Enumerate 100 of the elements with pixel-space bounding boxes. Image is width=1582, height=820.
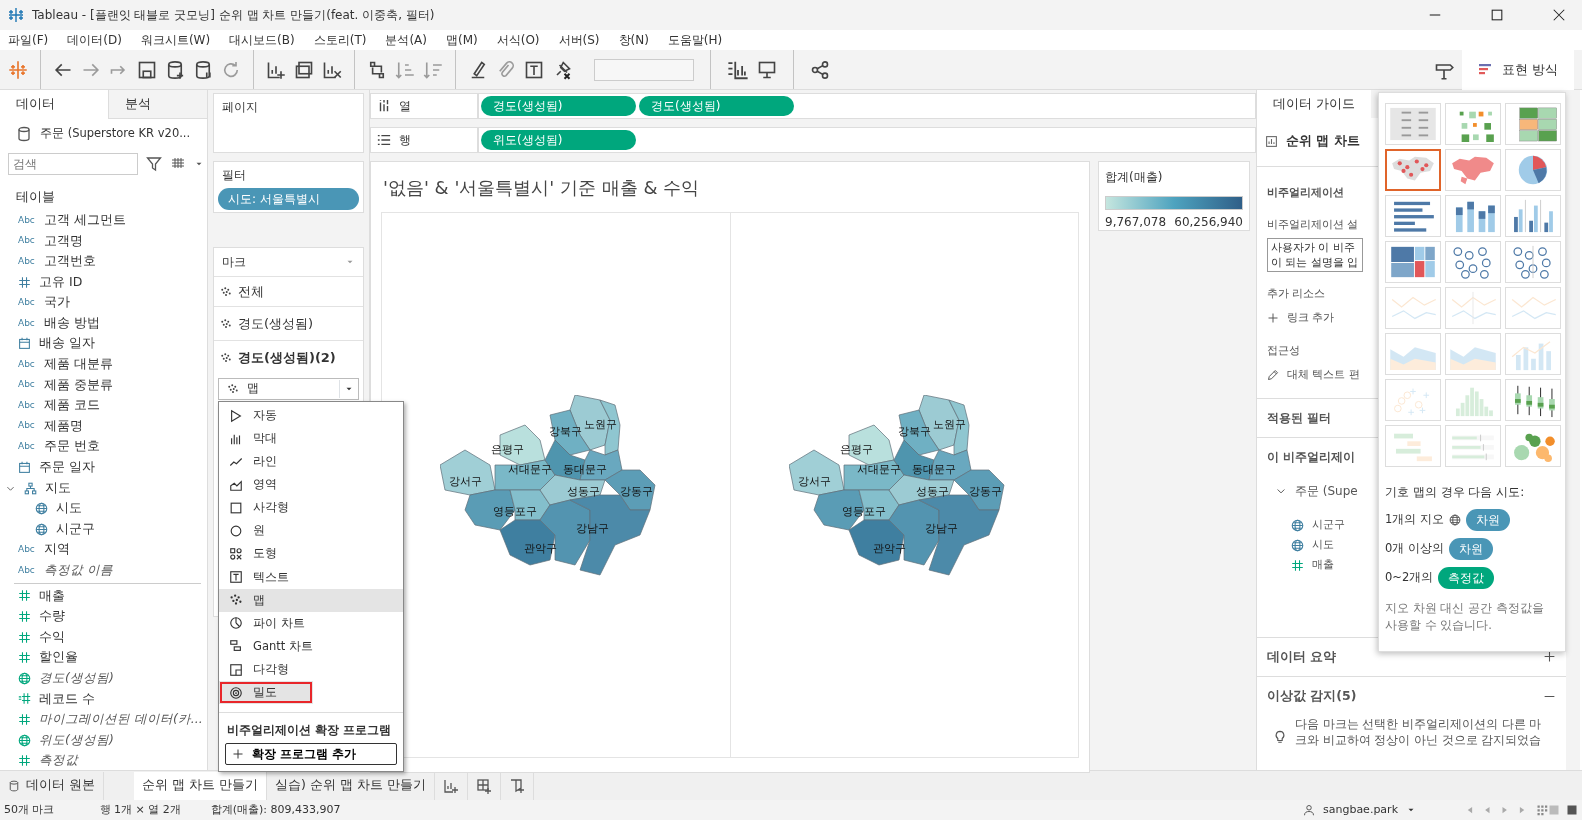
field-name[interactable]: 수량 [39, 607, 65, 626]
plus-icon[interactable] [1267, 312, 1279, 325]
menu-option[interactable]: 다각형 [219, 658, 403, 682]
field-name[interactable]: 할인율 [39, 648, 78, 668]
field-name[interactable]: 제품 코드 [44, 396, 100, 415]
field-name[interactable]: 제품 대분류 [44, 355, 113, 374]
edit-alt-text[interactable]: 대체 텍스트 편 [1287, 367, 1360, 384]
menu-option[interactable]: 사각형 [219, 496, 403, 520]
menu-option[interactable]: 도형 [219, 542, 403, 566]
field-name[interactable]: 경도(생성됨) [39, 669, 114, 688]
section-heading[interactable]: 이 비주얼리제이 [1267, 447, 1356, 466]
pane-tab[interactable]: 분석 [108, 90, 207, 119]
chart-type-thumbnail[interactable] [1385, 149, 1441, 191]
new-dashboard-icon[interactable] [475, 777, 492, 794]
menu-option[interactable]: Gantt 차트 [219, 634, 403, 659]
field-name[interactable]: 고객번호 [44, 252, 96, 271]
menu-item[interactable]: 맵(M) [446, 31, 478, 49]
show-me-tab[interactable]: 표현 방식 [1461, 49, 1574, 90]
field-name[interactable]: 위도(생성됨) [39, 730, 114, 750]
filter-icon[interactable] [146, 155, 162, 172]
menu-item[interactable]: 서식(O) [496, 31, 540, 49]
add-extension-button[interactable]: 확장 프로그램 추가 [225, 743, 397, 766]
field-name[interactable]: 고유 ID [39, 272, 83, 292]
marks-layer[interactable]: 경도(생성됨) [214, 306, 363, 340]
field-name[interactable]: 고객 세그먼트 [44, 210, 126, 230]
tableau-logo-icon[interactable] [8, 59, 28, 80]
field-name[interactable]: 주문 번호 [44, 437, 100, 457]
tab-view-icon[interactable] [1566, 804, 1578, 816]
paperclip-icon[interactable] [496, 59, 516, 80]
menu-option[interactable]: 밀도 [219, 681, 313, 705]
field-name[interactable]: 배송 방법 [44, 313, 100, 333]
sheet-tab[interactable]: 순위 맵 차트 만들기 [134, 771, 267, 800]
mark-type-dropdown[interactable]: 맵 [218, 378, 359, 400]
menu-item[interactable]: 분석(A) [385, 31, 427, 49]
section-heading[interactable]: 이상값 감지(5) [1267, 687, 1357, 706]
field-name[interactable]: 매출 [39, 586, 65, 606]
section-heading[interactable]: 데이터 요약 [1267, 647, 1337, 667]
swap-icon[interactable] [367, 59, 387, 80]
field-name[interactable]: 시도 [56, 499, 82, 518]
field-name[interactable]: 지도 [45, 478, 71, 498]
menu-option[interactable]: 자동 [219, 404, 403, 428]
menu-item[interactable]: 창(N) [618, 31, 649, 49]
search-field[interactable]: 검색 [8, 152, 138, 175]
field-name[interactable]: 시군구 [56, 519, 95, 539]
status-text: 50개 마크 [4, 801, 55, 818]
field-name[interactable]: 제품명 [44, 416, 83, 436]
menu-option[interactable]: 원 [219, 519, 403, 543]
pencil-icon[interactable] [1267, 369, 1279, 382]
expand-icon[interactable] [1543, 650, 1556, 664]
menu-item[interactable]: 대시보드(B) [229, 31, 295, 49]
menu-item[interactable]: 파일(F) [8, 31, 49, 49]
data-guide-tab[interactable]: 데이터 가이드 [1257, 90, 1372, 118]
field-name[interactable]: 레코드 수 [39, 689, 95, 709]
menu-option[interactable]: 파이 차트 [219, 611, 403, 635]
sheet-tab[interactable]: 실습) 순위 맵 차트 만들기 [266, 771, 435, 800]
datasource-name[interactable]: 주문 (Superstore KR v20... [40, 124, 191, 143]
text-label-icon[interactable] [524, 59, 544, 80]
description-field[interactable]: 사용자가 이 비주 이 되는 설명을 입 [1267, 237, 1363, 272]
field-name[interactable]: 배송 일자 [39, 334, 95, 354]
close-icon[interactable] [1552, 8, 1566, 22]
scrollbar[interactable] [1566, 90, 1580, 770]
menu-option[interactable]: 맵 [219, 588, 403, 612]
menu-item[interactable]: 도움말(H) [667, 31, 723, 49]
share-icon[interactable] [810, 59, 830, 80]
refresh-icon[interactable] [221, 59, 241, 80]
menu-item[interactable]: 데이터(D) [67, 31, 122, 49]
datasource-name[interactable]: 주문 (Supe [1295, 481, 1358, 500]
maximize-icon[interactable] [1490, 8, 1504, 22]
add-link[interactable]: 링크 추가 [1287, 310, 1335, 327]
user-menu[interactable]: sangbae.park [1302, 801, 1416, 819]
field-name[interactable]: 국가 [44, 293, 70, 313]
field-name[interactable]: 측정값 [39, 751, 78, 771]
duplicate-icon[interactable] [294, 59, 314, 80]
save-icon[interactable] [137, 59, 157, 80]
section-heading: 비주얼리제이션 확장 프로그램 [219, 712, 403, 740]
menu-item[interactable]: 워크시트(W) [140, 31, 211, 49]
field-name[interactable]: 지역 [44, 540, 70, 560]
field-name[interactable]: 측정값 이름 [44, 561, 113, 580]
card-title: 마크 [222, 254, 246, 271]
sheet-tab[interactable]: 데이터 원본 [0, 771, 104, 800]
section-heading[interactable]: 적용된 필터 [1267, 408, 1332, 427]
menu-option[interactable]: 텍스트 [219, 565, 403, 589]
new-datasource-icon[interactable] [165, 59, 185, 80]
menu-option[interactable]: 막대 [219, 427, 403, 451]
grid-view-icon[interactable] [1536, 804, 1548, 816]
type-tag: Abc [18, 398, 36, 413]
marks-layer[interactable]: 경도(생성됨)(2) [214, 340, 363, 374]
menu-item[interactable]: 서버(S) [558, 31, 600, 49]
menu-item[interactable]: 스토리(T) [313, 31, 367, 49]
menu-option[interactable]: 라인 [219, 450, 403, 474]
new-story-icon[interactable] [508, 777, 525, 794]
field-name[interactable]: 수익 [39, 627, 65, 647]
field-name[interactable]: 고객명 [44, 231, 83, 251]
marks-layer[interactable]: 전체 [214, 276, 363, 306]
field-name[interactable]: 마이그레이션된 데이터(카... [39, 710, 203, 729]
field-name[interactable]: 제품 중분류 [44, 375, 113, 395]
field-name[interactable]: 주문 일자 [39, 458, 95, 477]
new-worksheet-icon[interactable] [442, 777, 459, 794]
presentation-icon[interactable] [757, 59, 777, 80]
menu-option[interactable]: 영역 [219, 473, 403, 497]
